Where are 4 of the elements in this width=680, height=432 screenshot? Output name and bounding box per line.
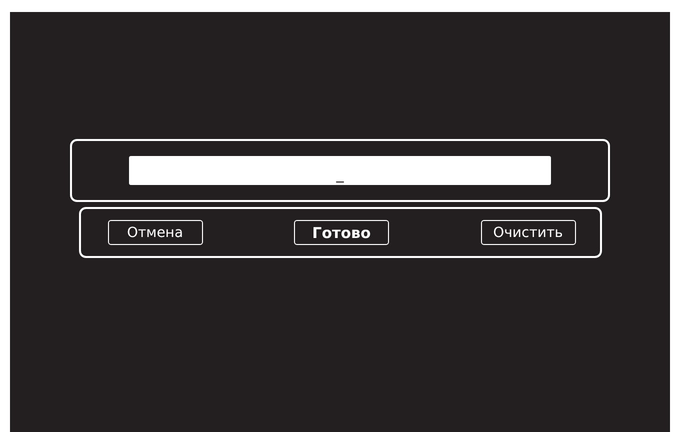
input-field[interactable]: _ <box>129 156 551 185</box>
dialog-button[interactable]: Готово <box>294 220 389 245</box>
dialog-button[interactable]: Отмена <box>108 220 202 245</box>
dialog-button[interactable]: Очистить <box>480 220 576 245</box>
